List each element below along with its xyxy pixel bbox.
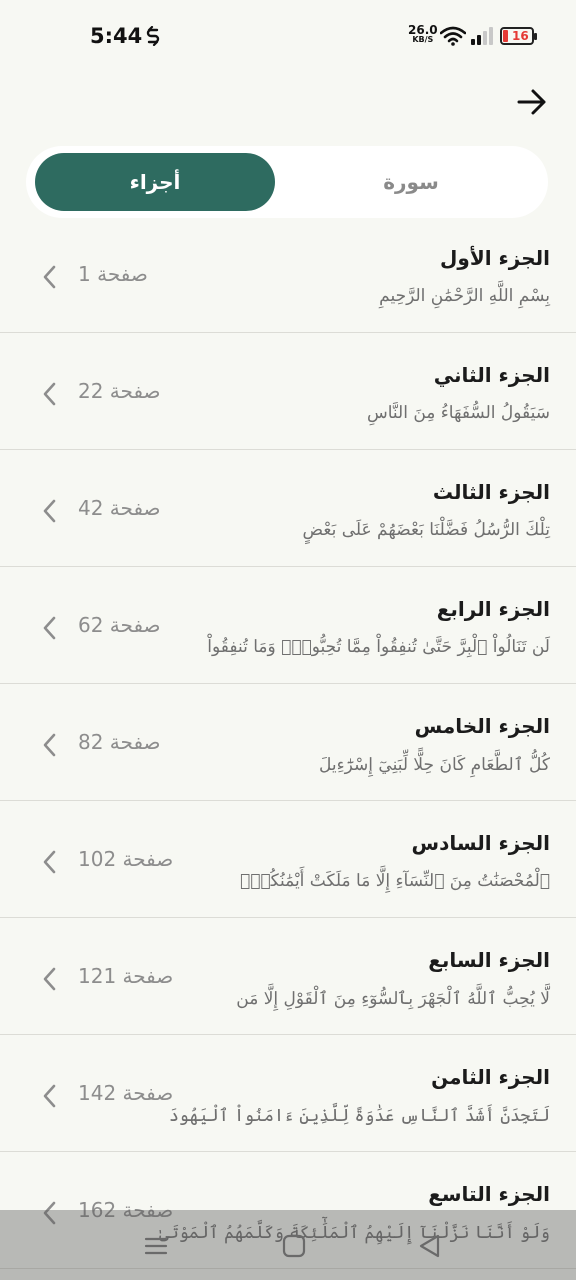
chevron-left-icon xyxy=(43,616,56,640)
juz-name: الجزء الثاني xyxy=(433,363,550,387)
tab-surah[interactable]: سورة xyxy=(281,153,541,211)
battery-percent: 16 xyxy=(512,29,529,43)
juz-start-verse: بِسْمِ اللَّهِ الرَّحْمَٰنِ الرَّحِيمِ xyxy=(379,286,550,306)
back-button[interactable] xyxy=(512,84,552,120)
juz-name: الجزء التاسع xyxy=(428,1182,550,1206)
menu-icon[interactable] xyxy=(142,1232,170,1260)
status-time: 5:44 xyxy=(90,24,143,48)
juz-name: الجزء الرابع xyxy=(436,597,550,621)
juz-page: صفحة 142 xyxy=(78,1081,174,1105)
chevron-left-icon xyxy=(43,499,56,523)
juz-page: صفحة 102 xyxy=(78,847,174,871)
battery-level xyxy=(503,30,508,42)
battery-icon: 16 xyxy=(500,27,537,45)
system-nav-bar xyxy=(0,1210,576,1280)
network-speed: 26.0 KB/S xyxy=(408,23,438,45)
juz-page: صفحة 42 xyxy=(78,496,161,520)
arrow-right-icon xyxy=(517,89,546,115)
juz-start-verse: تِلْكَ الرُّسُلُ فَضَّلْنَا بَعْضَهُمْ ع… xyxy=(302,520,550,540)
wifi-icon xyxy=(440,26,466,46)
juz-name: الجزء الثالث xyxy=(432,480,550,504)
chevron-left-icon xyxy=(43,850,56,874)
juz-start-verse: ٱلْمُحْصَنَٰتُ مِنَ ٱلنِّسَآءِ إِلَّا مَ… xyxy=(240,871,550,891)
juz-name: الجزء الخامس xyxy=(414,714,550,738)
list-item[interactable]: الجزء الثاني سَيَقُولُ السُّفَهَاءُ مِنَ… xyxy=(0,333,576,450)
chevron-left-icon xyxy=(43,382,56,406)
juz-page: صفحة 1 xyxy=(78,262,148,286)
juz-name: الجزء الثامن xyxy=(431,1065,550,1089)
network-speed-unit: KB/S xyxy=(412,35,434,44)
list-item[interactable]: الجزء الثالث تِلْكَ الرُّسُلُ فَضَّلْنَا… xyxy=(0,450,576,567)
juz-list: الجزء الأول بِسْمِ اللَّهِ الرَّحْمَٰنِ … xyxy=(0,216,576,1269)
juz-start-verse: لَّا يُحِبُّ ٱللَّهُ ٱلْجَهْرَ بِٱلسُّوٓ… xyxy=(236,989,550,1009)
home-icon[interactable] xyxy=(280,1232,308,1260)
chevron-left-icon xyxy=(43,967,56,991)
juz-start-verse: لَن تَنَالُواْ ٱلْبِرَّ حَتَّىٰ تُنفِقُو… xyxy=(207,637,550,657)
juz-start-verse: لَتَجِدَنَّ أَشَدَّ ٱلنَّاسِ عَدَٰوَةً ل… xyxy=(168,1106,550,1126)
juz-page: صفحة 82 xyxy=(78,730,161,754)
chevron-left-icon xyxy=(43,265,56,289)
chevron-left-icon xyxy=(43,733,56,757)
juz-start-verse: سَيَقُولُ السُّفَهَاءُ مِنَ النَّاسِ xyxy=(366,403,550,423)
juz-page: صفحة 62 xyxy=(78,613,161,637)
list-item[interactable]: الجزء الأول بِسْمِ اللَّهِ الرَّحْمَٰنِ … xyxy=(0,216,576,333)
network-speed-value: 26.0 xyxy=(408,23,438,37)
juz-index-screen: 5:44 26.0 KB/S 16 أجزاء سورة الجزء الأول… xyxy=(0,0,576,1280)
tab-juz[interactable]: أجزاء xyxy=(35,153,275,211)
juz-start-verse: كُلُّ ٱلطَّعَامِ كَانَ حِلًّا لِّبَنِيٓ … xyxy=(319,755,550,775)
segmented-tabs: أجزاء سورة xyxy=(26,146,548,218)
list-item[interactable]: الجزء الرابع لَن تَنَالُواْ ٱلْبِرَّ حَت… xyxy=(0,567,576,684)
juz-name: الجزء السادس xyxy=(411,831,551,855)
back-triangle-icon[interactable] xyxy=(416,1232,444,1260)
juz-page: صفحة 121 xyxy=(78,964,174,988)
list-item[interactable]: الجزء السابع لَّا يُحِبُّ ٱللَّهُ ٱلْجَه… xyxy=(0,918,576,1035)
signal-icon xyxy=(471,27,493,45)
list-item[interactable]: الجزء الثامن لَتَجِدَنَّ أَشَدَّ ٱلنَّاس… xyxy=(0,1035,576,1152)
status-bar: 5:44 26.0 KB/S 16 xyxy=(0,0,576,72)
list-item[interactable]: الجزء الخامس كُلُّ ٱلطَّعَامِ كَانَ حِلً… xyxy=(0,684,576,801)
juz-page: صفحة 22 xyxy=(78,379,161,403)
sync-icon xyxy=(146,26,160,46)
list-item[interactable]: الجزء السادس ٱلْمُحْصَنَٰتُ مِنَ ٱلنِّسَ… xyxy=(0,801,576,918)
juz-name: الجزء السابع xyxy=(428,948,550,972)
chevron-left-icon xyxy=(43,1084,56,1108)
juz-name: الجزء الأول xyxy=(440,246,550,270)
